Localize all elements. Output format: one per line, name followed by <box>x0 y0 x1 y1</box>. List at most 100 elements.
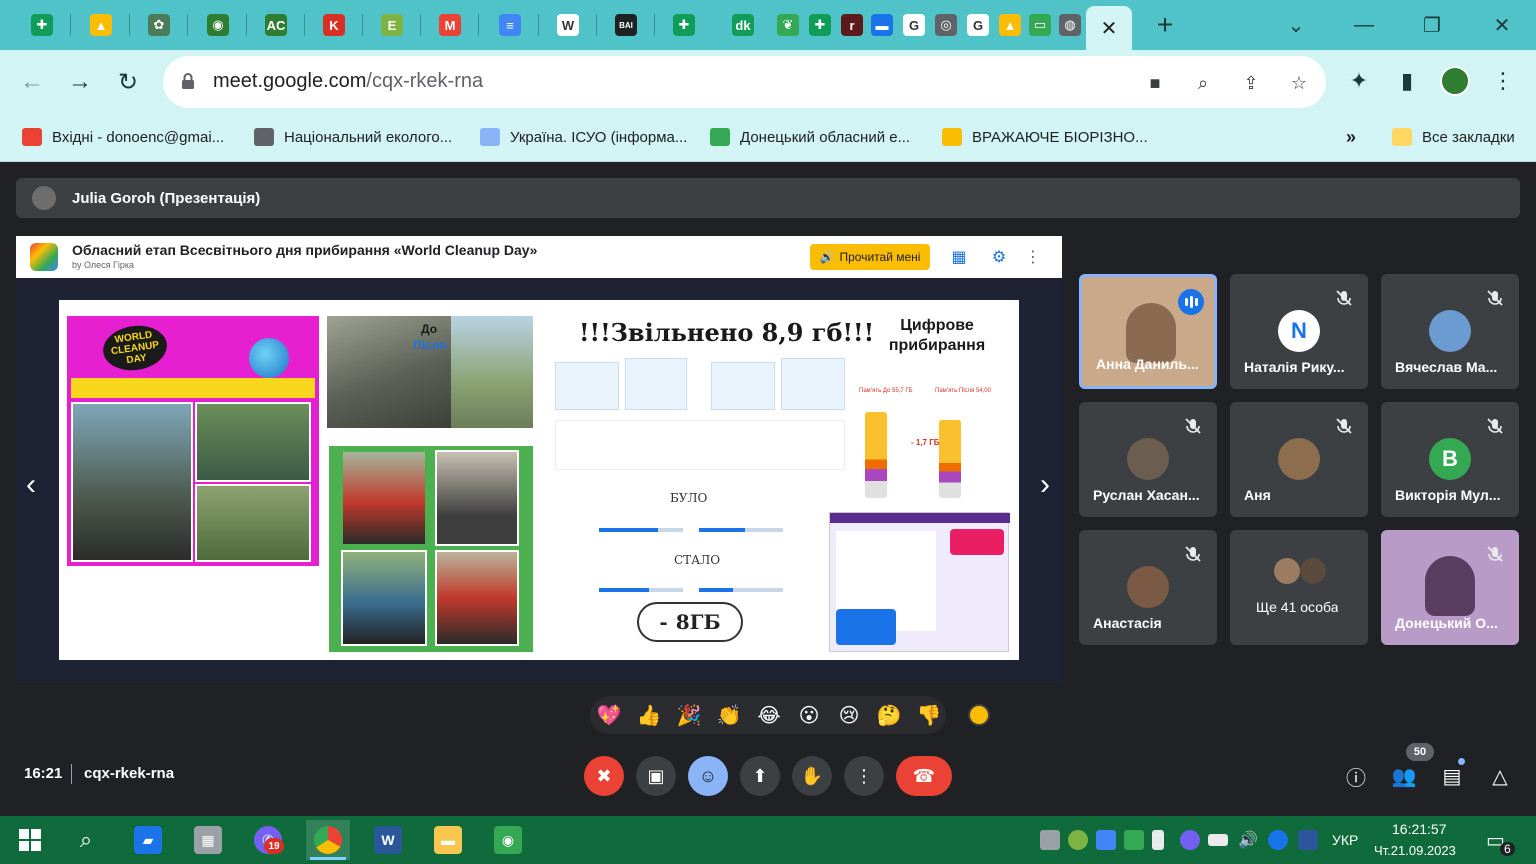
prev-slide-icon[interactable]: ‹ <box>16 468 46 501</box>
participant-tile[interactable]: Руслан Хасан... <box>1079 402 1217 517</box>
more-options-icon[interactable]: ⋮ <box>1022 246 1044 268</box>
start-button[interactable] <box>8 820 52 860</box>
mic-off-button[interactable]: ✖ <box>584 756 624 796</box>
restore-icon[interactable]: ❐ <box>1412 10 1452 40</box>
side-panel-icon[interactable]: ▮ <box>1391 65 1423 97</box>
tab-close-icon[interactable]: ✕ <box>1101 16 1118 41</box>
bookmark-eco-center[interactable]: Національний еколого... <box>254 125 452 149</box>
read-to-me-button[interactable]: 🔊 Прочитай мені <box>810 244 930 270</box>
meeting-info-icon[interactable]: ⓘ <box>1343 763 1369 790</box>
pinned-tab[interactable]: G <box>898 8 930 42</box>
forward-icon[interactable]: → <box>62 64 98 100</box>
tray-battery-icon[interactable] <box>1208 834 1228 846</box>
pinned-tab[interactable]: ✿ <box>143 8 175 42</box>
participant-tile[interactable]: В Виктoрія Мул... <box>1381 402 1519 517</box>
taskbar-app-recorder[interactable]: ◉ <box>486 820 530 860</box>
raise-hand-button[interactable]: ✋ <box>792 756 832 796</box>
tray-owl-icon[interactable] <box>1068 830 1088 850</box>
leave-call-button[interactable]: ☎ <box>896 756 952 796</box>
tray-network-icon[interactable] <box>1268 830 1288 850</box>
tray-display-icon[interactable] <box>1040 830 1060 850</box>
tray-viber-icon[interactable] <box>1180 830 1200 850</box>
chat-icon[interactable]: ▤ <box>1439 763 1465 789</box>
pinned-tab[interactable]: ✚ <box>26 8 58 42</box>
tray-usb-icon[interactable] <box>1152 830 1164 850</box>
tray-recorder-icon[interactable] <box>1124 830 1144 850</box>
grid-view-icon[interactable]: ▦ <box>948 246 970 268</box>
reaction-skin-tone-button[interactable] <box>968 704 990 726</box>
pinned-tab[interactable]: ◉ <box>202 8 234 42</box>
pinned-tab[interactable]: ▲ <box>994 8 1026 42</box>
tray-grid-icon[interactable] <box>1096 830 1116 850</box>
pinned-tab[interactable]: ◎ <box>930 8 962 42</box>
tray-word-icon[interactable] <box>1298 830 1318 850</box>
pinned-tab[interactable]: ✚ <box>668 8 700 42</box>
participant-tile[interactable]: Ще 41 особа <box>1230 530 1368 645</box>
participant-tile[interactable]: Вячеслав Ма... <box>1381 274 1519 389</box>
next-slide-icon[interactable]: › <box>1030 468 1060 501</box>
participant-tile[interactable]: Анна Даниль... <box>1079 274 1217 389</box>
back-icon[interactable]: ← <box>14 64 50 100</box>
pinned-tab[interactable]: BAI <box>610 8 642 42</box>
reactions-button[interactable]: ☺ <box>688 756 728 796</box>
laugh-emoji-icon[interactable]: 😂 <box>756 702 782 728</box>
browser-menu-icon[interactable]: ⋮ <box>1487 65 1519 97</box>
pinned-tab[interactable]: E <box>376 8 408 42</box>
pinned-tab[interactable]: ▲ <box>85 8 117 42</box>
pinned-tab[interactable]: ▭ <box>1024 8 1056 42</box>
search-button[interactable]: ⌕ <box>64 820 108 860</box>
thinking-emoji-icon[interactable]: 🤔 <box>876 702 902 728</box>
pinned-tab[interactable]: W <box>552 8 584 42</box>
taskbar-app-chrome[interactable] <box>306 820 350 860</box>
pinned-tab[interactable]: dk <box>727 8 759 42</box>
people-icon[interactable]: 👥 <box>1391 763 1417 789</box>
tab-search-icon[interactable]: ⌄ <box>1276 10 1316 40</box>
activities-icon[interactable]: △ <box>1487 763 1513 789</box>
party-emoji-icon[interactable]: 🎉 <box>676 702 702 728</box>
taskbar-app-word[interactable]: W <box>366 820 410 860</box>
thumbs-down-emoji-icon[interactable]: 👎 <box>916 702 942 728</box>
taskbar-app-calculator[interactable]: ▦ <box>186 820 230 860</box>
zoom-icon[interactable]: ⌕ <box>1189 69 1217 97</box>
more-bookmarks-button[interactable]: » <box>1346 125 1356 149</box>
taskbar-app-explorer[interactable]: ▬ <box>426 820 470 860</box>
close-window-icon[interactable]: ✕ <box>1482 10 1522 40</box>
clock-date[interactable]: Чт.21.09.2023 <box>1374 843 1456 858</box>
bookmark-donetsk[interactable]: Донецький обласний е... <box>710 125 910 149</box>
pinned-tab[interactable]: ◍ <box>1054 8 1086 42</box>
surprised-emoji-icon[interactable]: 😮 <box>796 702 822 728</box>
tray-volume-icon[interactable]: 🔊 <box>1238 830 1258 850</box>
participant-tile[interactable]: Аня <box>1230 402 1368 517</box>
active-tab[interactable]: ✕ <box>1086 6 1132 50</box>
all-bookmarks-folder[interactable]: Все закладки <box>1392 125 1515 149</box>
clap-emoji-icon[interactable]: 👏 <box>716 702 742 728</box>
address-bar[interactable]: meet.google.com/cqx-rkek-rna ■ ⌕ ⇪ ☆ <box>163 56 1326 108</box>
heart-emoji-icon[interactable]: 💖 <box>596 702 622 728</box>
reload-icon[interactable]: ↻ <box>110 64 146 100</box>
new-tab-button[interactable]: + <box>1150 9 1180 40</box>
share-icon[interactable]: ⇪ <box>1237 69 1265 97</box>
present-screen-button[interactable]: ⬆ <box>740 756 780 796</box>
camera-button[interactable]: ▣ <box>636 756 676 796</box>
bookmark-isuo[interactable]: Україна. ІСУО (інформа... <box>480 125 687 149</box>
camera-icon[interactable]: ■ <box>1141 69 1169 97</box>
participant-tile[interactable]: Анастасія <box>1079 530 1217 645</box>
pinned-tab[interactable]: K <box>318 8 350 42</box>
input-language[interactable]: УКР <box>1332 832 1358 848</box>
pinned-tab[interactable]: ≡ <box>494 8 526 42</box>
participant-tile[interactable]: N Наталія Рику... <box>1230 274 1368 389</box>
settings-gear-icon[interactable]: ⚙ <box>988 246 1010 268</box>
pinned-tab[interactable]: M <box>434 8 466 42</box>
pinned-tab[interactable]: ✚ <box>804 8 836 42</box>
bookmark-star-icon[interactable]: ☆ <box>1285 69 1313 97</box>
participant-tile[interactable]: Донецький О... <box>1381 530 1519 645</box>
bookmark-biodiversity[interactable]: ВРАЖАЮЧЕ БІОРІЗНО... <box>942 125 1148 149</box>
pinned-tab[interactable]: AC <box>260 8 292 42</box>
pinned-tab[interactable]: ❦ <box>772 8 804 42</box>
clock-time[interactable]: 16:21:57 <box>1392 821 1447 837</box>
pinned-tab[interactable]: G <box>962 8 994 42</box>
sad-emoji-icon[interactable]: 😢 <box>836 702 862 728</box>
pinned-tab[interactable]: r <box>836 8 868 42</box>
minimize-icon[interactable]: — <box>1344 10 1384 40</box>
taskbar-app-store[interactable]: ▰ <box>126 820 170 860</box>
